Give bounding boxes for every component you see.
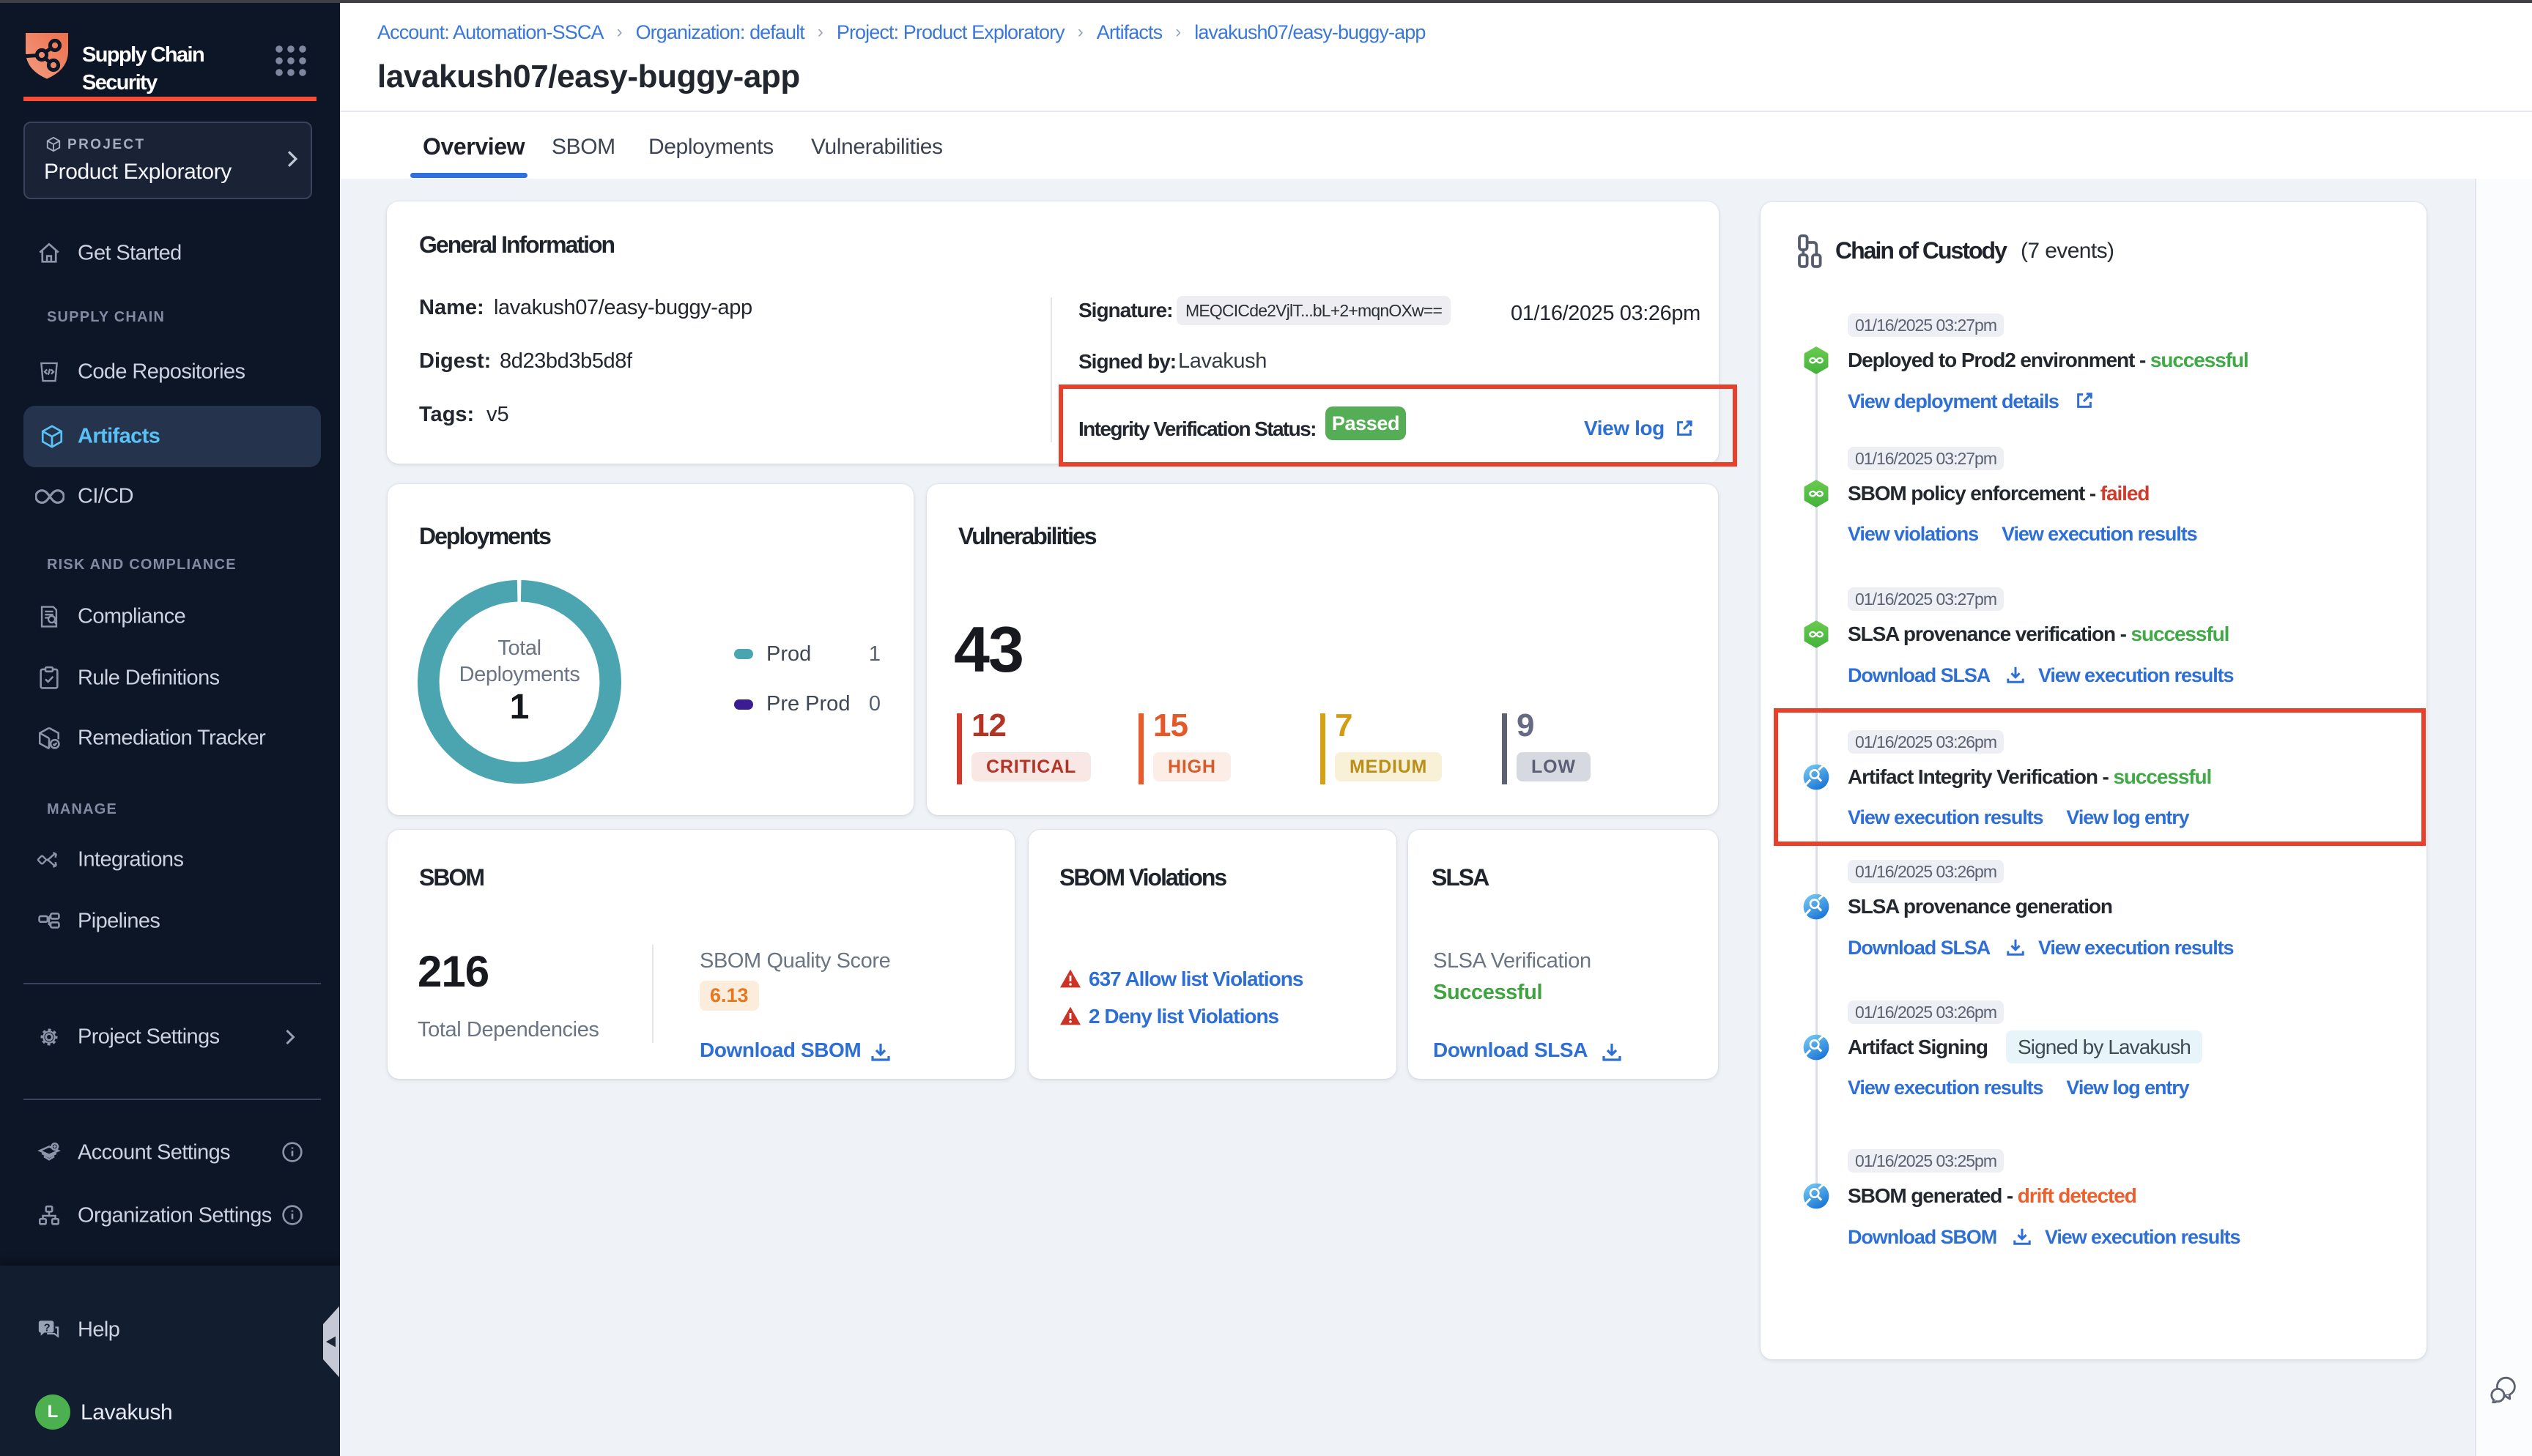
svg-text:?: ? [44,1322,51,1334]
